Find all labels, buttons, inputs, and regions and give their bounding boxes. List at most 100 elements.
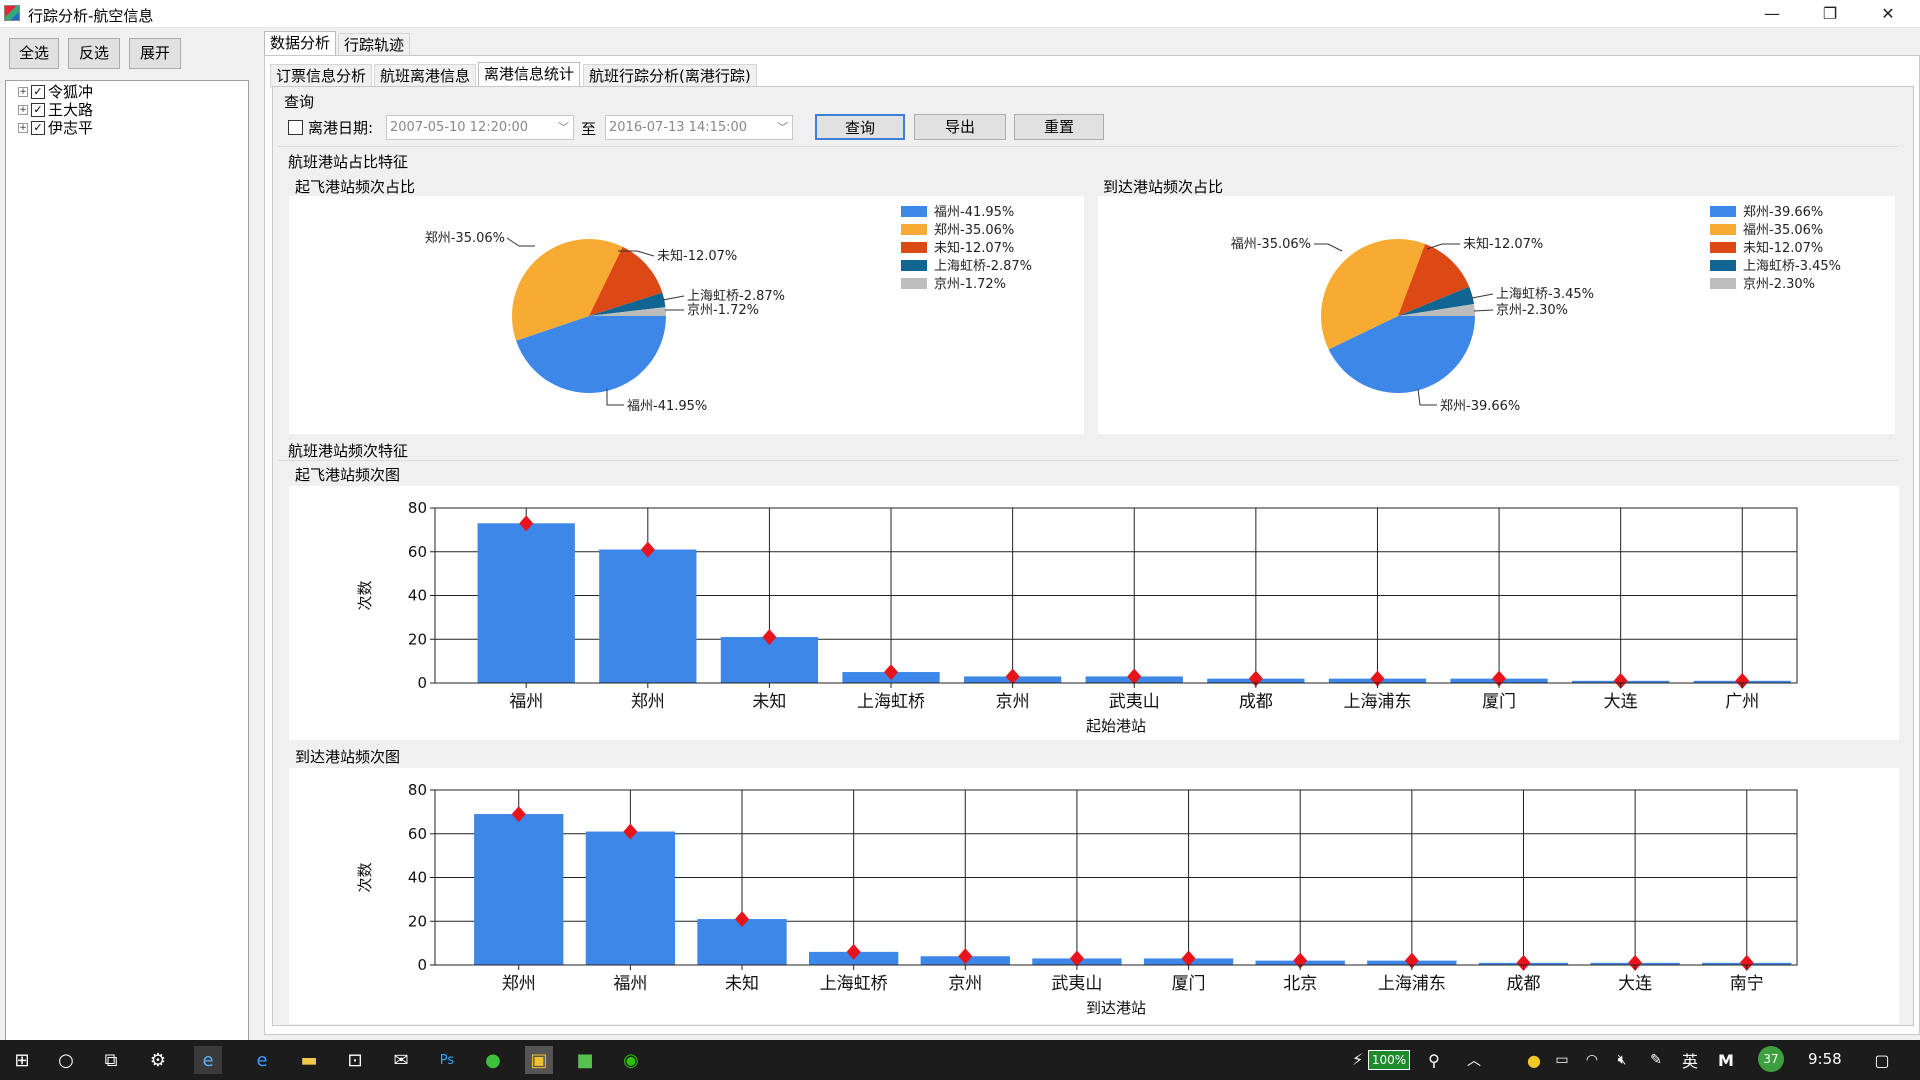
- tab-departure-stats[interactable]: 离港信息统计: [478, 62, 581, 86]
- checkbox-checked-icon[interactable]: ✓: [31, 121, 45, 135]
- legend-label: 郑州-35.06%: [934, 223, 1014, 238]
- x-tick-label: 武夷山: [1051, 974, 1102, 994]
- app-active-icon[interactable]: ▣: [525, 1046, 553, 1074]
- invert-selection-button[interactable]: 反选: [68, 38, 120, 69]
- app-green-icon[interactable]: ●: [479, 1046, 507, 1074]
- tree-item-label: 王大路: [48, 101, 94, 119]
- close-button[interactable]: ✕: [1859, 0, 1917, 28]
- export-button[interactable]: 导出: [914, 114, 1006, 140]
- y-tick-label: 60: [408, 543, 427, 561]
- arrival-pie-title: 到达港站频次占比: [1103, 178, 1224, 196]
- x-tick-label: 成都: [1239, 692, 1273, 712]
- tree-item-label: 令狐冲: [48, 83, 94, 101]
- date-checkbox[interactable]: [288, 120, 303, 135]
- expand-plus-icon[interactable]: +: [18, 123, 28, 133]
- window-title: 行踪分析-航空信息: [28, 7, 154, 25]
- legend-label: 福州-41.95%: [934, 205, 1014, 220]
- x-tick-label: 武夷山: [1109, 692, 1160, 712]
- search-circle-icon[interactable]: ○: [52, 1046, 80, 1074]
- date-label: 离港日期:: [308, 119, 374, 137]
- power-plug-icon: ⚡: [1352, 1050, 1364, 1069]
- arrival-bar-title: 到达港站频次图: [295, 748, 401, 766]
- store-icon[interactable]: ⊡: [341, 1046, 369, 1074]
- query-button[interactable]: 查询: [815, 114, 905, 140]
- expand-plus-icon[interactable]: +: [18, 105, 28, 115]
- divider: [278, 146, 1898, 147]
- y-tick-label: 20: [408, 630, 427, 648]
- tree-item[interactable]: + ✓ 伊志平: [18, 119, 93, 137]
- departure-pie-title: 起飞港站频次占比: [295, 178, 416, 196]
- app-icon-1[interactable]: ⚙: [144, 1046, 172, 1074]
- ime-language[interactable]: 英: [1676, 1046, 1704, 1074]
- ie-browser-icon[interactable]: e: [194, 1046, 222, 1074]
- pie-leader-line: [1417, 388, 1437, 406]
- checkbox-checked-icon[interactable]: ✓: [31, 103, 45, 117]
- wechat-icon[interactable]: ◉: [617, 1046, 645, 1074]
- app-leaf-icon[interactable]: ■: [571, 1046, 599, 1074]
- tab-booking-analysis[interactable]: 订票信息分析: [270, 64, 373, 88]
- tree-item-label: 伊志平: [48, 119, 94, 137]
- pie-data-label: 京州-1.72%: [687, 303, 759, 318]
- windows-start-icon[interactable]: ⊞: [8, 1046, 36, 1074]
- chevron-up-icon[interactable]: ︿: [1460, 1046, 1488, 1074]
- y-axis-title: 次数: [356, 580, 374, 610]
- expand-button[interactable]: 展开: [129, 38, 181, 69]
- x-tick-label: 大连: [1604, 692, 1638, 712]
- x-tick-label: 成都: [1506, 974, 1540, 994]
- tray-app-icon[interactable]: ●: [1520, 1046, 1548, 1074]
- legend-swatch: [901, 260, 927, 271]
- x-tick-label: 未知: [752, 692, 786, 712]
- pie-data-label: 未知-12.07%: [1463, 236, 1543, 252]
- photoshop-icon[interactable]: Ps: [433, 1046, 461, 1074]
- task-view-icon[interactable]: ⧉: [97, 1046, 125, 1074]
- tab-flight-track-analysis[interactable]: 航班行踪分析(离港行踪): [583, 64, 757, 88]
- folder-icon[interactable]: ▬: [295, 1046, 323, 1074]
- tab-data-analysis[interactable]: 数据分析: [264, 31, 337, 55]
- x-tick-label: 郑州: [631, 692, 665, 712]
- departure-bar-title: 起飞港站频次图: [295, 466, 401, 484]
- pie-leader-line: [1471, 293, 1494, 299]
- expand-plus-icon[interactable]: +: [18, 87, 28, 97]
- tree-item[interactable]: + ✓ 令狐冲: [18, 83, 93, 101]
- volume-mute-icon[interactable]: 🔇︎: [1608, 1046, 1636, 1074]
- tab-departure-info[interactable]: 航班离港信息: [374, 64, 477, 88]
- pie-data-label: 未知-12.07%: [657, 248, 737, 264]
- ime-mode[interactable]: M: [1712, 1046, 1740, 1074]
- legend-swatch: [1710, 206, 1736, 217]
- x-axis-title: 起始港站: [1086, 717, 1146, 735]
- to-label: 至: [581, 120, 597, 138]
- legend-swatch: [901, 206, 927, 217]
- chevron-down-icon[interactable]: ﹀: [777, 116, 788, 139]
- ratio-section-title: 航班港站占比特征: [288, 153, 409, 171]
- battery-icon[interactable]: ▭: [1548, 1046, 1576, 1074]
- checkbox-checked-icon[interactable]: ✓: [31, 85, 45, 99]
- action-center-icon[interactable]: ▢: [1868, 1046, 1896, 1074]
- legend-label: 未知-12.07%: [934, 240, 1014, 256]
- legend-swatch: [901, 224, 927, 235]
- arrival-bar-panel: 0 20 40 60 80 郑州 福州 未知 上海虹桥 京州 武夷山 厦门 北京 上海浦东 成都 大连 南宁 到达…: [289, 768, 1899, 1024]
- edge-browser-icon[interactable]: e: [248, 1046, 276, 1074]
- start-date-picker[interactable]: 2007-05-10 12:20:00 ﹀: [386, 115, 574, 140]
- people-icon[interactable]: ⚲: [1420, 1046, 1448, 1074]
- tree-item[interactable]: + ✓ 王大路: [18, 101, 93, 119]
- tab-trajectory[interactable]: 行踪轨迹: [338, 33, 411, 57]
- select-all-button[interactable]: 全选: [9, 38, 59, 69]
- x-tick-label: 上海虹桥: [820, 974, 888, 994]
- y-tick-label: 40: [408, 587, 427, 605]
- maximize-button[interactable]: ❐: [1801, 0, 1859, 28]
- legend-swatch: [901, 278, 927, 289]
- minimize-button[interactable]: —: [1743, 0, 1801, 28]
- pie-leader-line: [506, 237, 535, 247]
- end-date-picker[interactable]: 2016-07-13 14:15:00 ﹀: [605, 115, 793, 140]
- pen-icon[interactable]: ✎: [1642, 1046, 1670, 1074]
- reset-button[interactable]: 重置: [1014, 114, 1104, 140]
- chevron-down-icon[interactable]: ﹀: [558, 116, 569, 139]
- app-icon: [4, 5, 20, 21]
- legend-label: 京州-2.30%: [1743, 277, 1815, 292]
- wifi-icon[interactable]: ◠: [1578, 1046, 1606, 1074]
- x-axis-title: 到达港站: [1086, 999, 1146, 1017]
- battery-indicator[interactable]: 100%: [1368, 1050, 1410, 1070]
- notification-badge[interactable]: 37: [1758, 1046, 1784, 1072]
- mail-icon[interactable]: ✉: [387, 1046, 415, 1074]
- clock-time[interactable]: 9:58: [1808, 1050, 1842, 1068]
